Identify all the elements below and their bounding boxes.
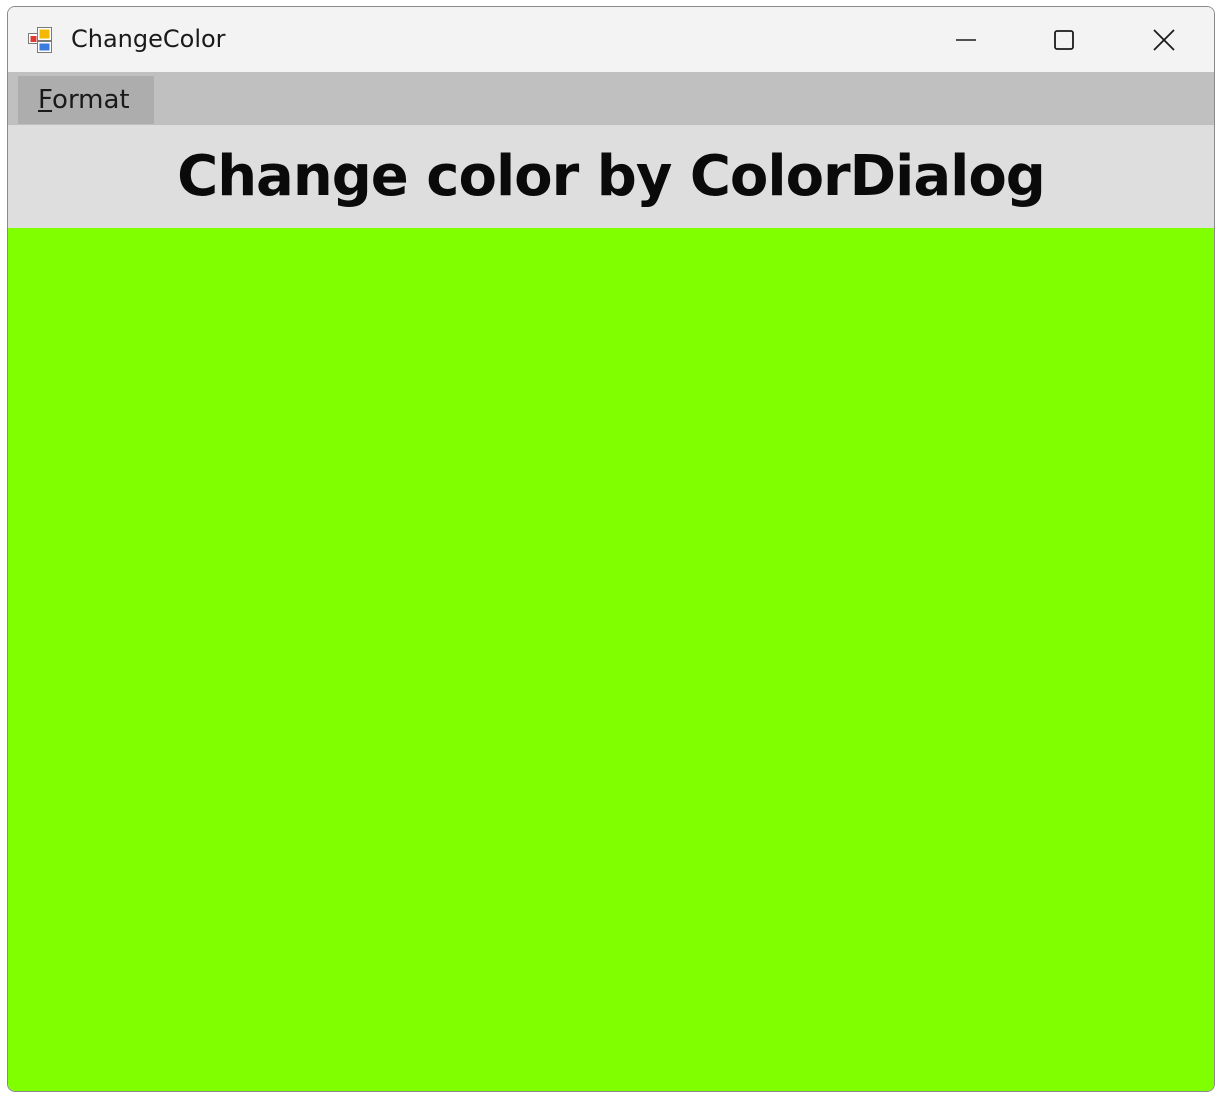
page-heading: Change color by ColorDialog [177, 144, 1046, 209]
menu-item-format-mnemonic: F [38, 85, 53, 115]
app-window: ChangeColor Format Change color by Color… [7, 6, 1215, 1092]
maximize-icon [1054, 29, 1074, 50]
menu-bar: Format [8, 72, 1214, 125]
menu-item-format[interactable]: Format [18, 76, 154, 124]
close-button[interactable] [1116, 7, 1212, 72]
minimize-icon [956, 38, 976, 41]
title-bar[interactable]: ChangeColor [8, 7, 1214, 72]
close-icon [1153, 28, 1175, 51]
maximize-button[interactable] [1016, 7, 1112, 72]
menu-item-format-label: ormat [52, 85, 130, 115]
color-panel [8, 228, 1214, 1091]
app-form-icon [28, 27, 52, 53]
heading-label-area: Change color by ColorDialog [8, 125, 1214, 228]
window-title: ChangeColor [71, 25, 226, 53]
minimize-button[interactable] [918, 7, 1014, 72]
